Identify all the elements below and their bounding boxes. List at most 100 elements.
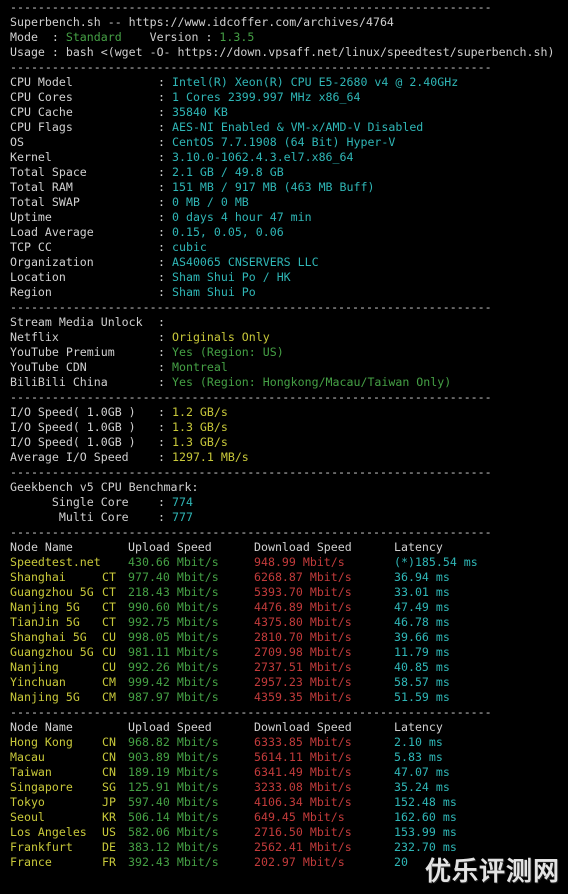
upload-speed: 981.11 Mbit/s bbox=[128, 645, 219, 659]
node-isp: CT bbox=[102, 585, 116, 599]
stream-media-row: BiliBili China: Yes (Region: Hongkong/Mac… bbox=[10, 375, 566, 390]
system-info-row: TCP CC: cubic bbox=[10, 240, 566, 255]
latency: 5.83 ms bbox=[394, 750, 443, 764]
geekbench-single-line: Single Core:774 bbox=[10, 495, 193, 509]
io-speed-value: 1297.1 MB/s bbox=[172, 450, 249, 464]
node-isp: CT bbox=[102, 600, 116, 614]
system-info-row: Total RAM:151 MB / 917 MB (463 MB Buff) bbox=[10, 180, 566, 195]
table-row: Los Angeles US 582.06 Mbit/s 2716.50 Mbit/s… bbox=[10, 825, 566, 840]
table-row: Nanjing 5G CT 990.60 Mbit/s 4476.89 Mbit/s 4… bbox=[10, 600, 566, 615]
node-isp: SG bbox=[102, 780, 116, 794]
system-info-key: CPU Flags bbox=[10, 120, 73, 134]
table-row: Tokyo JP 597.40 Mbit/s 4106.34 Mbit/s 152.48… bbox=[10, 795, 566, 810]
system-info-row: Uptime:0 days 4 hour 47 min bbox=[10, 210, 566, 225]
colon: : bbox=[158, 165, 165, 179]
system-info-value: 1 Cores 2399.997 MHz x86_64 bbox=[172, 90, 361, 104]
node-name: Nanjing 5G bbox=[10, 600, 80, 614]
colon: : bbox=[158, 90, 165, 104]
io-speed-row: Average I/O Speed:1297.1 MB/s bbox=[10, 450, 566, 465]
colon: : bbox=[158, 240, 165, 254]
system-info-key: Total Space bbox=[10, 165, 87, 179]
system-info-key: CPU Model bbox=[10, 75, 73, 89]
system-info-value: cubic bbox=[172, 240, 207, 254]
mode-label: Mode : bbox=[10, 30, 66, 44]
latency: 153.99 ms bbox=[394, 825, 457, 839]
io-speed-row: I/O Speed( 1.0GB ):1.3 GB/s bbox=[10, 435, 566, 450]
io-speed-value: 1.3 GB/s bbox=[172, 420, 228, 434]
latency: 46.78 ms bbox=[394, 615, 450, 629]
upload-speed: 125.91 Mbit/s bbox=[128, 780, 219, 794]
download-speed: 4106.34 Mbit/s bbox=[254, 795, 352, 809]
table-row: Seoul KR 506.14 Mbit/s 649.45 Mbit/s 162.60 … bbox=[10, 810, 566, 825]
latency: 33.01 ms bbox=[394, 585, 450, 599]
geekbench-multi-line: Multi Core:777 bbox=[10, 510, 193, 524]
stream-media-title: Stream Media Unlock bbox=[10, 315, 143, 329]
system-info-key: Total SWAP bbox=[10, 195, 80, 209]
system-info-row: CPU Flags: AES-NI Enabled & VM-x/AMD-V Di… bbox=[10, 120, 566, 135]
speedtest-global-table: Hong Kong CN 968.82 Mbit/s 6333.85 Mbit/s 2.… bbox=[10, 735, 566, 870]
geekbench-single-value: 774 bbox=[172, 495, 193, 509]
node-isp: CT bbox=[102, 615, 116, 629]
header-latency: Latency bbox=[394, 720, 443, 734]
latency: 36.94 ms bbox=[394, 570, 450, 584]
node-name: Hong Kong bbox=[10, 735, 73, 749]
node-name: Singapore bbox=[10, 780, 73, 794]
upload-speed: 597.40 Mbit/s bbox=[128, 795, 219, 809]
system-info-value: 35840 KB bbox=[172, 105, 228, 119]
io-speed-value: 1.3 GB/s bbox=[172, 435, 228, 449]
table-row: Shanghai 5G CU 998.05 Mbit/s 2810.70 Mbit/s… bbox=[10, 630, 566, 645]
system-info-row: Total SWAP:0 MB / 0 MB bbox=[10, 195, 566, 210]
speedtest-cn-header: Node Name Upload Speed Download Speed Laten… bbox=[10, 540, 566, 555]
mode-value: Standard bbox=[65, 30, 122, 44]
geekbench-title: Geekbench v5 CPU Benchmark: bbox=[10, 480, 199, 494]
upload-speed: 999.42 Mbit/s bbox=[128, 675, 219, 689]
speedtest-cn-table: Speedtest.net 430.66 Mbit/s 948.99 Mbit/s (… bbox=[10, 555, 566, 705]
stream-media-key: BiliBili China bbox=[10, 375, 108, 389]
node-isp: CU bbox=[102, 645, 116, 659]
system-info-row: Location: Sham Shui Po / HK bbox=[10, 270, 566, 285]
geekbench-single-label: Single Core bbox=[10, 495, 129, 509]
system-info-value: Sham Shui Po bbox=[172, 285, 256, 299]
node-name: TianJin 5G bbox=[10, 615, 80, 629]
system-info-key: CPU Cache bbox=[10, 105, 73, 119]
upload-speed: 998.05 Mbit/s bbox=[128, 630, 219, 644]
colon: : bbox=[158, 210, 165, 224]
table-row: Singapore SG 125.91 Mbit/s 3233.08 Mbit/s 35… bbox=[10, 780, 566, 795]
download-speed: 5393.70 Mbit/s bbox=[254, 585, 352, 599]
colon: : bbox=[158, 195, 165, 209]
usage-line: Usage : bash <(wget -O- https://down.vps… bbox=[10, 45, 555, 59]
version-value: 1.3.5 bbox=[219, 30, 255, 44]
system-info-value: AS40065 CNSERVERS LLC bbox=[172, 255, 319, 269]
node-name: Nanjing 5G bbox=[10, 690, 80, 704]
upload-speed: 430.66 Mbit/s bbox=[128, 555, 219, 569]
upload-speed: 992.75 Mbit/s bbox=[128, 615, 219, 629]
system-info-row: CPU Cores:1 Cores 2399.997 MHz x86_64 bbox=[10, 90, 566, 105]
system-info-key: Location bbox=[10, 270, 66, 284]
table-row: Guangzhou 5G CT 218.43 Mbit/s 5393.70 Mbit/… bbox=[10, 585, 566, 600]
system-info-row: Kernel:3.10.0-1062.4.3.el7.x86_64 bbox=[10, 150, 566, 165]
table-row: Nanjing 5G CM 987.97 Mbit/s 4359.35 Mbit/s 5… bbox=[10, 690, 566, 705]
system-info-value: 2.1 GB / 49.8 GB bbox=[172, 165, 284, 179]
stream-media-value: Originals Only bbox=[172, 330, 270, 344]
system-info-value: CentOS 7.7.1908 (64 Bit) Hyper-V bbox=[172, 135, 396, 149]
stream-media-section: Netflix: Originals Only YouTube Premium: Ye… bbox=[10, 330, 566, 390]
system-info-row: Total Space:2.1 GB / 49.8 GB bbox=[10, 165, 566, 180]
stream-media-key: Netflix bbox=[10, 330, 59, 344]
download-speed: 2709.98 Mbit/s bbox=[254, 645, 352, 659]
io-speed-key: I/O Speed( 1.0GB ) bbox=[10, 420, 136, 434]
header-node-name: Node Name bbox=[10, 540, 73, 554]
system-info-value: Intel(R) Xeon(R) CPU E5-2680 v4 @ 2.40GH… bbox=[172, 75, 459, 89]
header-download: Download Speed bbox=[254, 720, 352, 734]
latency: 47.07 ms bbox=[394, 765, 450, 779]
upload-speed: 987.97 Mbit/s bbox=[128, 690, 219, 704]
stream-media-value: Yes (Region: Hongkong/Macau/Taiwan Only) bbox=[172, 375, 452, 389]
download-speed: 649.45 Mbit/s bbox=[254, 810, 345, 824]
system-info-key: Total RAM bbox=[10, 180, 73, 194]
node-name: Los Angeles bbox=[10, 825, 87, 839]
upload-speed: 977.40 Mbit/s bbox=[128, 570, 219, 584]
stream-media-value: Yes (Region: US) bbox=[172, 345, 284, 359]
separator: ----------------------------------------… bbox=[10, 390, 492, 404]
terminal-output: ----------------------------------------… bbox=[10, 0, 566, 870]
latency: 51.59 ms bbox=[394, 690, 450, 704]
stream-media-row: Netflix: Originals Only bbox=[10, 330, 566, 345]
